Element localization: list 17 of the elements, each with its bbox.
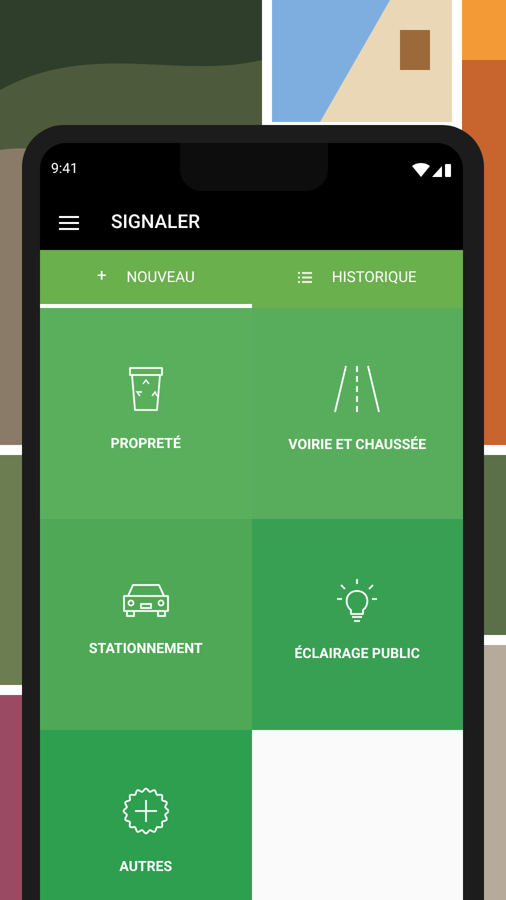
category-tile[interactable]: STATIONNEMENT	[40, 519, 252, 730]
category-tile[interactable]: AUTRES	[40, 730, 252, 900]
road-icon	[334, 365, 380, 413]
status-icons	[412, 162, 452, 176]
category-tile[interactable]: PROPRETÉ	[40, 308, 252, 519]
recycling-bin-icon	[128, 366, 164, 412]
plus-icon: +	[96, 264, 106, 290]
menu-icon[interactable]	[59, 216, 79, 230]
plus-badge-icon	[122, 787, 170, 835]
category-tile[interactable]: ÉCLAIRAGE PUBLIC	[252, 519, 463, 730]
tab[interactable]: HISTORIQUE	[252, 250, 463, 308]
status-time: 9:41	[51, 160, 78, 179]
category-tile[interactable]: VOIRIE ET CHAUSSÉE	[252, 308, 463, 519]
app-title: SIGNALER	[111, 209, 200, 236]
car-icon	[122, 583, 170, 617]
light-bulb-icon	[336, 578, 378, 622]
list-icon	[298, 272, 312, 282]
